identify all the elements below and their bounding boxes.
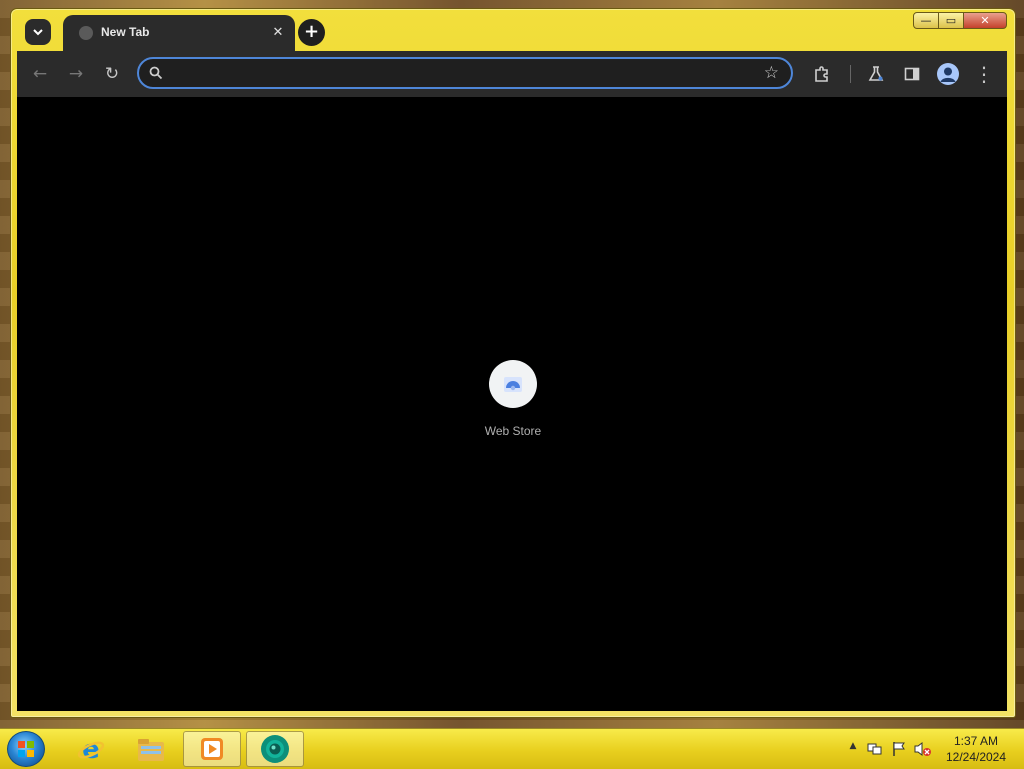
shortcut-label: Web Store <box>484 424 542 438</box>
windows-taskbar: e ▲ 1:37 AM 12/24/2024 <box>0 728 1024 769</box>
taskbar-clock[interactable]: 1:37 AM 12/24/2024 <box>936 733 1016 765</box>
toolbar-divider <box>850 65 851 83</box>
shortcut-web-store[interactable]: Web Store <box>477 360 549 438</box>
browser-toolbar: ← → ↻ ☆ ⋮ <box>17 51 1007 97</box>
tab-search-button[interactable] <box>25 19 51 45</box>
bookmark-star-icon[interactable]: ☆ <box>764 63 779 83</box>
volume-muted-icon <box>914 742 931 756</box>
action-center-tray-button[interactable] <box>891 741 907 757</box>
svg-text:e: e <box>82 735 100 764</box>
network-icon <box>867 743 882 755</box>
forward-button[interactable]: → <box>65 63 87 85</box>
volume-tray-button[interactable] <box>914 741 931 757</box>
new-tab-page: Web Store <box>17 97 1007 711</box>
labs-button[interactable] <box>865 63 887 85</box>
file-explorer-icon <box>138 739 164 761</box>
close-window-button[interactable]: ✕ <box>963 12 1007 29</box>
globe-icon <box>79 26 93 40</box>
browser-window: — ▭ ✕ New Tab ✕ + ← → ↻ ☆ ⋮ Web Store <box>10 8 1016 718</box>
window-caption-buttons: — ▭ ✕ <box>913 12 1007 29</box>
shortcut-tile[interactable] <box>489 360 537 408</box>
action-center-icon <box>893 742 905 756</box>
address-bar[interactable]: ☆ <box>137 57 793 89</box>
taskbar-media-player[interactable] <box>183 731 241 767</box>
tab-title: New Tab <box>101 25 150 39</box>
web-store-icon <box>504 377 522 392</box>
reload-button[interactable]: ↻ <box>101 63 123 85</box>
browser-menu-button[interactable]: ⋮ <box>973 62 995 86</box>
maximize-button[interactable]: ▭ <box>938 12 964 29</box>
puzzle-icon <box>815 66 828 82</box>
minimize-button[interactable]: — <box>913 12 939 29</box>
clock-date: 12/24/2024 <box>945 750 1007 764</box>
extensions-button[interactable] <box>811 63 833 85</box>
flask-icon <box>868 66 884 81</box>
taskbar-internet-explorer[interactable]: e <box>62 731 120 767</box>
network-tray-button[interactable] <box>867 741 883 757</box>
profile-button[interactable] <box>937 63 959 85</box>
chevron-down-icon <box>33 29 43 36</box>
taskbar-chrome[interactable] <box>246 731 304 767</box>
clock-time: 1:37 AM <box>953 734 999 748</box>
search-icon <box>149 66 163 80</box>
new-tab-button[interactable]: + <box>298 19 325 46</box>
start-button[interactable] <box>7 731 45 767</box>
show-hidden-icons-button[interactable]: ▲ <box>845 741 861 757</box>
chrome-icon <box>261 735 289 763</box>
side-panel-icon <box>904 67 920 81</box>
address-input[interactable] <box>171 63 755 85</box>
side-panel-button[interactable] <box>901 63 923 85</box>
media-player-icon <box>201 738 223 760</box>
tab-close-button[interactable]: ✕ <box>269 24 287 42</box>
taskbar-file-explorer[interactable] <box>122 731 180 767</box>
tab-new-tab[interactable]: New Tab ✕ <box>63 15 295 51</box>
windows-start-icon <box>18 741 34 757</box>
avatar-icon <box>940 67 956 82</box>
back-button[interactable]: ← <box>29 63 51 85</box>
internet-explorer-icon: e <box>77 735 105 764</box>
